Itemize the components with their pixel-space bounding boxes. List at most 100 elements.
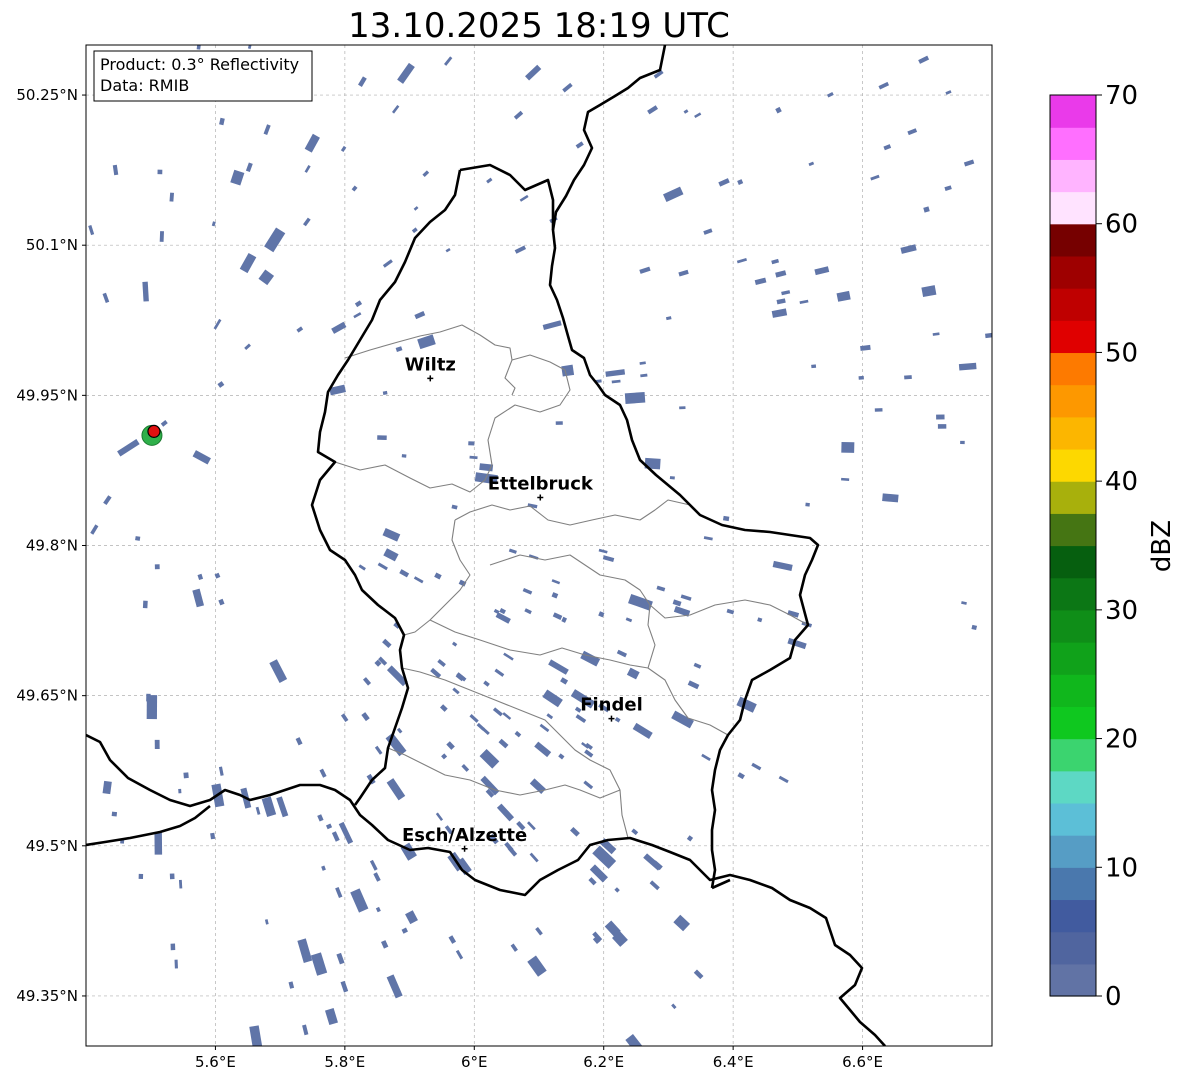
radar-echo — [196, 45, 201, 50]
radar-echo — [805, 502, 810, 507]
city-label: Esch/Alzette — [402, 825, 527, 846]
lon-tick-label: 6.4°E — [713, 1053, 754, 1071]
radar-site-marker — [141, 424, 163, 446]
colorbar-segment — [1050, 545, 1096, 579]
lat-tick-label: 49.35°N — [16, 987, 78, 1005]
lat-tick-label: 49.8°N — [26, 537, 78, 555]
radar-echo — [555, 421, 563, 425]
radar-echo — [178, 788, 182, 794]
radar-echo — [936, 414, 945, 420]
lat-tick-label: 50.1°N — [26, 236, 78, 254]
radar-echo — [169, 192, 175, 202]
radar-echo — [146, 693, 151, 702]
radar-echo — [960, 440, 965, 445]
colorbar-segment — [1050, 255, 1096, 289]
colorbar-segment — [1050, 448, 1096, 482]
lon-tick-label: 5.6°E — [195, 1053, 236, 1071]
colorbar-segment — [1050, 223, 1096, 257]
colorbar-segment — [1050, 899, 1096, 933]
lat-tick-label: 49.65°N — [16, 687, 78, 705]
radar-echo — [561, 364, 575, 377]
colorbar-segment — [1050, 867, 1096, 901]
city-label: Findel — [580, 695, 643, 716]
radar-echo — [624, 391, 646, 404]
info-data-source: Data: RMIB — [100, 76, 189, 95]
radar-echo — [841, 441, 855, 453]
radar-echo — [138, 873, 144, 879]
colorbar-segment — [1050, 127, 1096, 160]
longitude-axis: 5.6°E 5.8°E 6°E 6.2°E 6.4°E 6.6°E — [195, 1046, 883, 1071]
colorbar-segment — [1050, 513, 1096, 547]
radar-echo — [904, 375, 912, 380]
colorbar-segment — [1050, 642, 1096, 675]
radar-echo — [154, 564, 160, 570]
colorbar-segment — [1050, 706, 1096, 740]
colorbar-segment — [1050, 609, 1096, 643]
colorbar-tick-label: 50 — [1105, 338, 1138, 368]
radar-echo — [154, 739, 160, 750]
radar-echo — [882, 493, 899, 503]
colorbar-tick-label: 0 — [1105, 982, 1122, 1012]
colorbar-tick-label: 40 — [1105, 467, 1138, 497]
colorbar-segment — [1050, 288, 1096, 321]
lon-tick-label: 5.8°E — [324, 1053, 365, 1071]
radar-echo — [157, 169, 163, 175]
colorbar-tick-label: 10 — [1105, 853, 1138, 883]
radar-echo — [858, 375, 864, 380]
colorbar-segment — [1050, 963, 1096, 997]
lat-tick-label: 49.5°N — [26, 837, 78, 855]
radar-echo — [382, 390, 388, 395]
colorbar-segment — [1050, 416, 1096, 450]
radar-echo — [811, 364, 817, 369]
colorbar-tick-label: 60 — [1105, 210, 1138, 240]
radar-echo — [679, 406, 686, 410]
radar-echo — [468, 441, 475, 446]
colorbar-segment — [1050, 738, 1096, 772]
radar-echo — [174, 959, 178, 969]
latitude-axis: 50.25°N 50.1°N 49.95°N 49.8°N 49.65°N 49.5°N 4… — [16, 86, 86, 1005]
radar-echo — [111, 811, 118, 817]
radar-figure: Wiltz Ettelbruck Findel Esch/Alzette 5.6°E 5… — [16, 44, 1177, 1071]
colorbar-segment — [1050, 835, 1096, 868]
colorbar-segment — [1050, 95, 1096, 128]
radar-echo — [377, 435, 387, 441]
radar-echo — [170, 943, 176, 951]
colorbar-segment — [1050, 770, 1096, 804]
radar-echo — [169, 873, 175, 880]
info-product: Product: 0.3° Reflectivity — [100, 55, 299, 74]
colorbar-segment — [1050, 577, 1096, 611]
colorbar-segment — [1050, 384, 1096, 418]
radar-echo — [669, 476, 675, 480]
radar-echo — [183, 772, 189, 779]
radar-site-dot — [147, 424, 161, 438]
colorbar-segment — [1050, 481, 1096, 514]
radar-echo — [722, 515, 730, 522]
colorbar: 0 10 20 30 40 50 60 70 — [1049, 81, 1138, 1012]
colorbar-segment — [1050, 159, 1096, 193]
colorbar-tick-label: 30 — [1105, 596, 1138, 626]
colorbar-segment — [1050, 674, 1096, 707]
radar-echo — [937, 424, 947, 429]
radar-echo — [142, 600, 148, 609]
colorbar-segment — [1050, 931, 1096, 965]
radar-echo — [154, 831, 163, 855]
radar-echo — [159, 231, 164, 242]
lat-tick-label: 49.95°N — [16, 386, 78, 404]
info-box: Product: 0.3° Reflectivity Data: RMIB — [93, 50, 313, 102]
colorbar-tick-label: 20 — [1105, 725, 1138, 755]
radar-echo — [874, 408, 883, 412]
colorbar-segment — [1050, 191, 1096, 225]
city-label: Wiltz — [405, 354, 456, 375]
lon-tick-label: 6°E — [461, 1053, 488, 1071]
colorbar-segment — [1050, 320, 1096, 354]
lon-tick-label: 6.2°E — [583, 1053, 624, 1071]
colorbar-segment — [1050, 352, 1096, 386]
radar-echo — [102, 780, 112, 795]
colorbar-label: dBZ — [1147, 520, 1177, 572]
lat-tick-label: 50.25°N — [16, 86, 78, 104]
radar-echo — [401, 454, 407, 458]
city-label: Ettelbruck — [488, 473, 594, 494]
colorbar-segment — [1050, 802, 1096, 836]
radar-echo — [135, 536, 141, 541]
colorbar-tick-label: 70 — [1105, 81, 1138, 111]
